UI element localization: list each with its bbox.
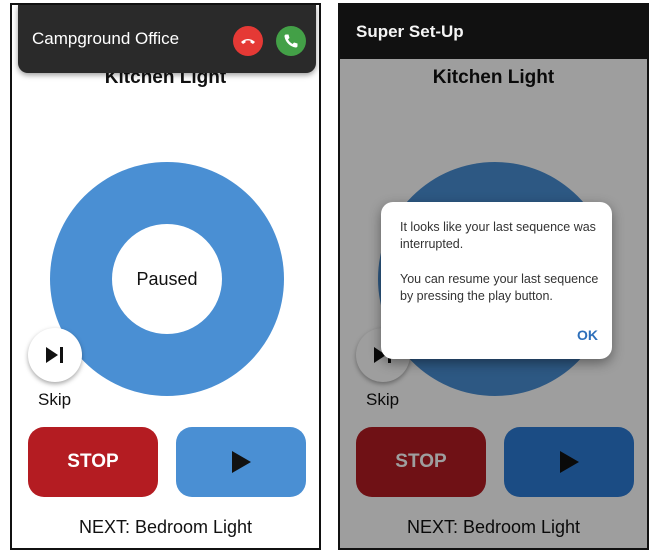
right-phone-screen: Super Set-Up Kitchen Light Skip STOP NEX… xyxy=(338,3,649,550)
dialog-ok-button[interactable]: OK xyxy=(577,327,598,343)
dialog-message-interrupted: It looks like your last sequence was int… xyxy=(400,220,596,251)
caller-name: Campground Office xyxy=(32,29,180,48)
resume-dialog: It looks like your last sequence was int… xyxy=(381,202,612,359)
dialog-message-resume: You can resume your last sequence by pre… xyxy=(400,272,599,303)
skip-next-icon xyxy=(46,347,63,363)
phone-answer-icon xyxy=(284,34,298,48)
skip-label: Skip xyxy=(38,390,72,409)
app-bar: Super Set-Up xyxy=(340,5,647,59)
skip-button[interactable] xyxy=(28,328,82,382)
phone-hangup-icon xyxy=(241,39,255,44)
accept-call-button[interactable] xyxy=(276,26,306,56)
left-phone-screen: Kitchen Light Paused Skip STOP NEXT: Bed… xyxy=(10,3,321,550)
decline-call-button[interactable] xyxy=(233,26,263,56)
incoming-call-notification[interactable]: Campground Office xyxy=(18,5,316,73)
play-icon xyxy=(232,451,251,473)
play-button[interactable] xyxy=(176,427,306,497)
next-device-label: NEXT: Bedroom Light xyxy=(78,517,253,537)
app-title: Super Set-Up xyxy=(356,22,464,41)
stop-button-label: STOP xyxy=(67,451,119,472)
progress-ring: Paused xyxy=(50,162,284,396)
stop-button[interactable]: STOP xyxy=(28,427,158,497)
status-label: Paused xyxy=(112,224,222,334)
